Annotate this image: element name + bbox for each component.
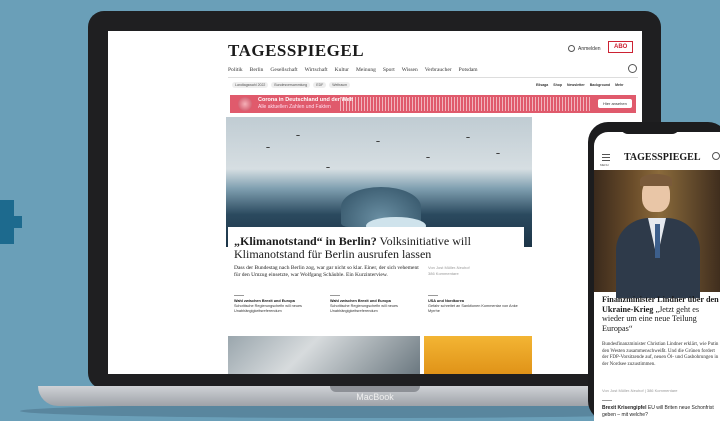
bird-shape <box>376 141 380 143</box>
menu-label: MENU <box>600 163 609 167</box>
nav-item[interactable]: Potsdam <box>459 67 478 73</box>
related-text: Schottische Regierungschefin will neues … <box>234 304 302 313</box>
service-link[interactable]: Newsletter <box>567 83 585 87</box>
phone-screen: MENU TAGESSPIEGEL Finanzminister Lindner… <box>594 132 720 421</box>
menu-icon[interactable] <box>602 154 610 163</box>
related-text: Gefahr schreitet an Sanktionen Kommentar… <box>428 304 518 313</box>
phone-teaser: Bundesfinanzminister Christian Lindner e… <box>602 342 719 367</box>
bird-shape <box>326 167 330 169</box>
bird-shape <box>266 147 270 149</box>
site-logo[interactable]: TAGESSPIEGEL <box>228 41 364 61</box>
bird-shape <box>426 157 430 159</box>
nav-item[interactable]: Sport <box>383 67 395 73</box>
banner-wave-graphic <box>340 97 590 111</box>
column-divider <box>234 295 244 296</box>
teaser-photo-building[interactable] <box>228 336 420 374</box>
laptop-brand: MacBook <box>356 392 394 402</box>
lead-teaser: Dass der Bundestag nach Berlin zog, war … <box>234 265 419 278</box>
nav-item[interactable]: Berlin <box>250 67 264 73</box>
phone-next-article[interactable]: Brexit Krisengipfel EU will Briten neue … <box>602 405 720 418</box>
lead-meta: Von Jost Müller-Neuhof 386 Kommentare <box>428 265 470 277</box>
laptop-screen: TAGESSPIEGEL Anmelden ABO Politik Berlin… <box>108 31 642 374</box>
related-text: Schottische Regierungschefin will neues … <box>330 304 398 313</box>
topic-pill[interactable]: EDF <box>313 82 327 88</box>
main-nav: Politik Berlin Gesellschaft Wirtschaft K… <box>228 67 638 73</box>
bird-shape <box>296 135 300 137</box>
abo-button[interactable]: ABO <box>608 41 634 53</box>
related-article[interactable]: USA und Nordkorea Gefahr schreitet an San… <box>428 299 520 314</box>
teaser-photo-crane[interactable] <box>424 336 532 374</box>
portrait-hair <box>640 174 672 186</box>
nav-item[interactable]: Meinung <box>356 67 376 73</box>
search-icon[interactable] <box>628 64 637 73</box>
headline-kicker: „Klimanotstand“ in Berlin? <box>234 234 377 248</box>
nav-item[interactable]: Wissen <box>402 67 418 73</box>
nav-item[interactable]: Kultur <box>335 67 349 73</box>
service-link[interactable]: Shop <box>553 83 562 87</box>
meta-comments[interactable]: 386 Kommentare <box>428 271 470 277</box>
service-link[interactable]: Mehr <box>615 83 623 87</box>
column-divider <box>428 295 438 296</box>
topic-pill[interactable]: Weltraum <box>329 82 351 88</box>
lead-headline[interactable]: „Klimanotstand“ in Berlin? Volksinitiati… <box>234 235 514 261</box>
next-kicker: Brexit Krisengipfel <box>602 405 647 411</box>
phone-divider <box>602 400 612 401</box>
banner-title: Corona in Deutschland und der Welt <box>258 97 353 103</box>
related-article[interactable]: Wahl zwischen Brexit und Europa Schottisc… <box>234 299 326 314</box>
nav-divider <box>228 77 638 78</box>
bird-shape <box>466 137 470 139</box>
account-label: Anmelden <box>578 45 601 52</box>
phone-notch <box>620 126 680 134</box>
bird-shape <box>496 153 500 155</box>
nav-item[interactable]: Wirtschaft <box>305 67 328 73</box>
plus-icon-horizontal <box>0 216 22 228</box>
banner-button[interactable]: Hier ansehen <box>598 99 632 108</box>
column-divider <box>330 295 340 296</box>
user-icon[interactable] <box>712 152 720 160</box>
portrait-image[interactable] <box>594 170 720 298</box>
topic-pill[interactable]: Bundesversammlung <box>271 82 311 88</box>
phone-logo[interactable]: TAGESSPIEGEL <box>624 152 701 163</box>
banner-subtitle: Alle aktuellen Zahlen und Fakten <box>258 104 331 110</box>
service-link[interactable]: Background <box>590 83 610 87</box>
virus-icon <box>238 97 252 111</box>
topic-pills: Landtagswahl 2022 Bundesversammlung EDF … <box>232 82 351 88</box>
service-link[interactable]: Eilsaga <box>536 83 548 87</box>
topic-pill[interactable]: Landtagswahl 2022 <box>232 82 269 88</box>
portrait-tie <box>655 224 660 258</box>
nav-item[interactable]: Gesellschaft <box>270 67 297 73</box>
service-links: Eilsaga Shop Newsletter Background Mehr <box>536 83 624 87</box>
corona-banner[interactable]: Corona in Deutschland und der Welt Alle … <box>230 95 636 113</box>
nav-item[interactable]: Verbraucher <box>425 67 452 73</box>
account-link[interactable]: Anmelden <box>568 45 601 52</box>
related-article[interactable]: Wahl zwischen Brexit und Europa Schottisc… <box>330 299 422 314</box>
nav-item[interactable]: Politik <box>228 67 243 73</box>
phone-meta: Von Jost Müller-Neuhof | 386 Kommentare <box>602 388 678 393</box>
user-icon <box>568 45 575 52</box>
phone-headline[interactable]: Finanzminister Lindner über den Ukraine-… <box>602 295 720 333</box>
